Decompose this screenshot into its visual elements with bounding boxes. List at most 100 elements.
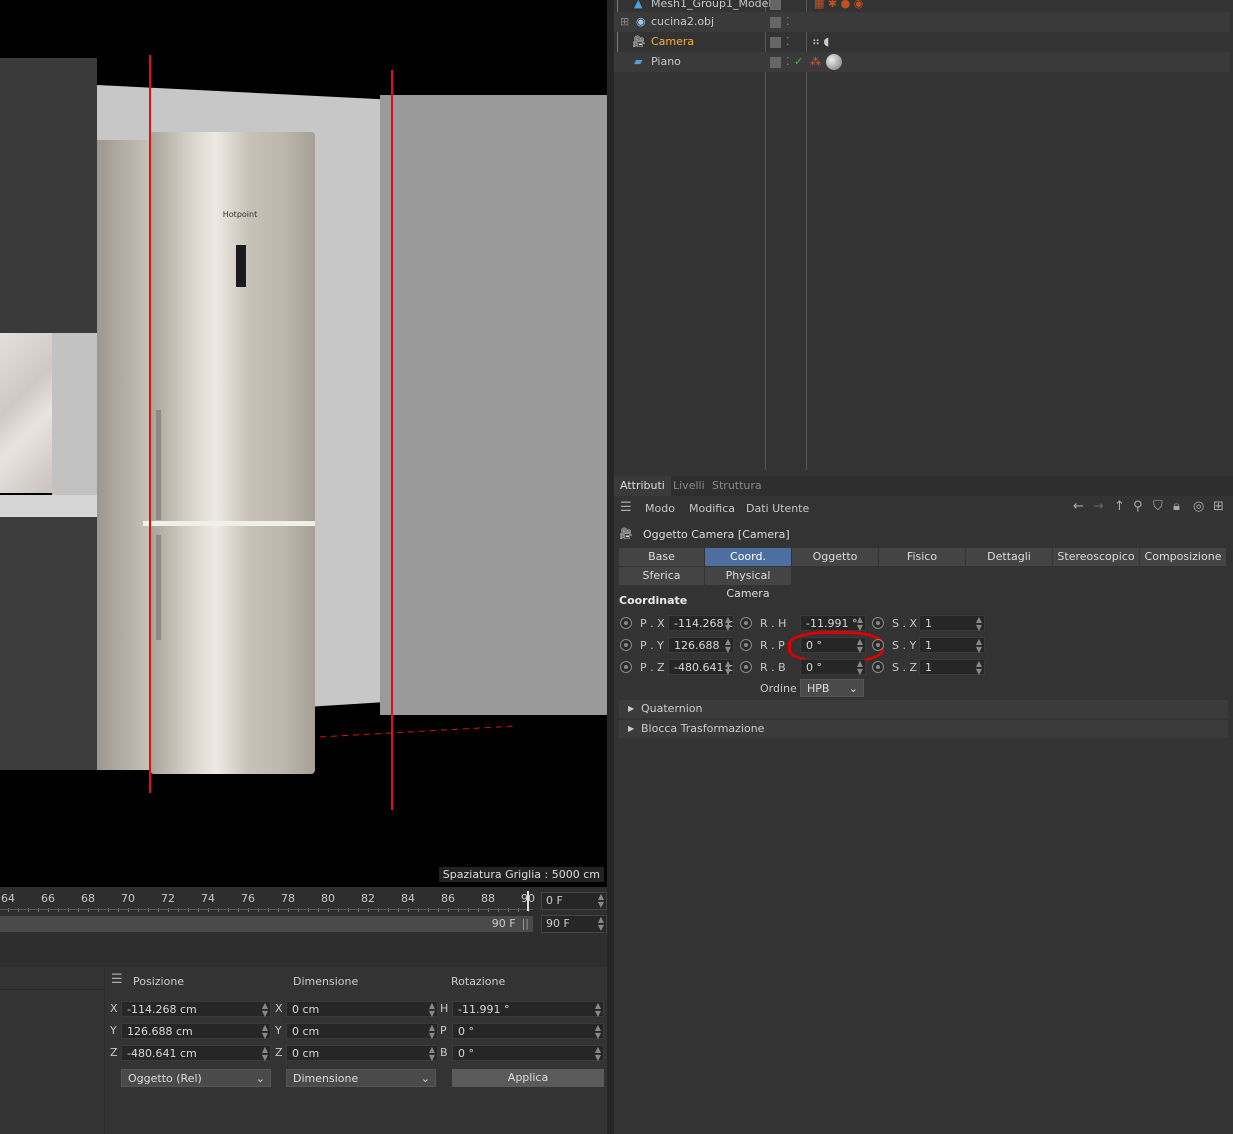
chevron-down-icon: ⌄ xyxy=(420,1072,430,1085)
size-z-field[interactable]: 0 cm ▲ ▼ xyxy=(286,1045,438,1062)
visibility-dots-icon[interactable]: ⁚ xyxy=(786,52,790,72)
filter-icon[interactable]: ⛉ xyxy=(1153,499,1163,514)
order-label: Ordine xyxy=(760,682,797,695)
pos-x-field[interactable]: -114.268 c ▲ ▼ xyxy=(668,615,734,632)
menu-icon[interactable]: ☰ xyxy=(620,500,632,515)
new-panel-icon[interactable]: ⊞ xyxy=(1213,499,1224,514)
menu-modo[interactable]: Modo xyxy=(645,502,675,515)
search-icon[interactable]: ⚲ xyxy=(1133,499,1143,514)
animate-radio[interactable] xyxy=(740,661,752,673)
forward-arrow-icon[interactable]: → xyxy=(1093,499,1104,514)
tab-livelli[interactable]: Livelli xyxy=(667,476,711,496)
lock-icon[interactable]: 🔒︎ xyxy=(1173,499,1180,514)
ruler-tick-label: 64 xyxy=(1,892,15,905)
apply-button[interactable]: Applica xyxy=(452,1069,604,1087)
pos-z-field[interactable]: -480.641 c ▲ ▼ xyxy=(668,659,734,676)
back-arrow-icon[interactable]: ← xyxy=(1073,499,1084,514)
target-icon[interactable]: ◎ xyxy=(1193,499,1204,514)
position-z-field[interactable]: -480.641 cm ▲ ▼ xyxy=(121,1045,271,1062)
fridge-brand-logo: Hotpoint xyxy=(222,210,258,219)
ruler-tick-label: 72 xyxy=(161,892,175,905)
position-x-field[interactable]: -114.268 cm ▲ ▼ xyxy=(121,1001,271,1018)
animate-radio[interactable] xyxy=(620,661,632,673)
animate-radio[interactable] xyxy=(620,617,632,629)
tab-struttura[interactable]: Struttura xyxy=(706,476,768,496)
material-tag-icon[interactable]: ⁂ xyxy=(810,52,821,72)
visibility-dots-icon[interactable]: ⁚ xyxy=(786,12,790,32)
subtab-dettagli[interactable]: Dettagli xyxy=(966,548,1053,566)
playhead[interactable] xyxy=(527,891,529,911)
expand-icon[interactable]: ⊞ xyxy=(620,12,629,32)
pos-axis-label: X xyxy=(110,1002,118,1015)
object-row[interactable]: ▰ Piano ⁚ ✓ ⁂ xyxy=(614,52,1230,72)
checkmark-icon[interactable]: ✓ xyxy=(794,52,803,72)
object-row[interactable]: ⊞ ◉ cucina2.obj ⁚ xyxy=(614,12,1230,32)
end-frame-field[interactable]: 90 F ▲ ▼ xyxy=(541,915,607,933)
subtab-oggetto[interactable]: Oggetto xyxy=(792,548,879,566)
size-y-field[interactable]: 0 cm ▲ ▼ xyxy=(286,1023,438,1040)
grid-spacing-label: Spaziatura Griglia : 5000 cm xyxy=(438,867,604,882)
subtab-sferica[interactable]: Sferica xyxy=(619,567,705,585)
coordinates-manager: ☰ Posizione Dimensione Rotazione X -114.… xyxy=(0,967,607,1134)
display-toggle-icon[interactable] xyxy=(770,17,781,28)
display-toggle-icon[interactable] xyxy=(770,37,781,48)
material-sphere-icon[interactable] xyxy=(826,54,842,70)
lock-transform-section[interactable]: ▶ Blocca Trasformazione xyxy=(619,720,1228,738)
animate-radio[interactable] xyxy=(740,639,752,651)
chevron-down-icon: ⌄ xyxy=(848,682,858,695)
size-x-field[interactable]: 0 cm ▲ ▼ xyxy=(286,1001,438,1018)
subtab-physical-camera[interactable]: Physical Camera xyxy=(705,567,792,600)
ruler-tick-label: 88 xyxy=(481,892,495,905)
subtab-stereoscopico[interactable]: Stereoscopico xyxy=(1053,548,1140,566)
coord-row-z: P . Z -480.641 c ▲ ▼ R . B 0 ° ▲ ▼ S . Z 1 ▲ ▼ xyxy=(614,659,1233,679)
ruler-baseline xyxy=(0,909,533,910)
pos-axis-label: Z xyxy=(110,1046,118,1059)
timeline-range-bar[interactable]: 90 F || xyxy=(0,916,533,932)
animate-radio[interactable] xyxy=(872,639,884,651)
rotation-order-select[interactable]: HPB ⌄ xyxy=(800,679,864,697)
menu-dati-utente[interactable]: Dati Utente xyxy=(746,502,809,515)
coords-box: ☰ Posizione Dimensione Rotazione X -114.… xyxy=(104,967,608,1134)
rotation-h-field[interactable]: -11.991 ° ▲ ▼ xyxy=(452,1001,604,1018)
animate-radio[interactable] xyxy=(872,661,884,673)
rotation-header: Rotazione xyxy=(451,975,506,988)
panel-divider[interactable] xyxy=(607,0,614,1134)
coord-row-y: P . Y 126.688 cr▲▼ R . P 0 °▲▼ S . Y 1▲▼ xyxy=(614,631,1233,668)
visibility-dots-icon[interactable]: ⁚ xyxy=(786,32,790,52)
ruler-tick-label: 74 xyxy=(201,892,215,905)
up-arrow-icon[interactable]: ↑ xyxy=(1114,499,1125,514)
size-mode-select[interactable]: Dimensione ⌄ xyxy=(286,1069,436,1087)
scale-y-field[interactable]: 1 ▲ ▼ xyxy=(919,637,985,654)
scale-x-field[interactable]: 1 ▲ ▼ xyxy=(919,615,985,632)
subtab-coord[interactable]: Coord. xyxy=(705,548,792,566)
scale-z-field[interactable]: 1 ▲ ▼ xyxy=(919,659,985,676)
subtab-base[interactable]: Base xyxy=(619,548,705,566)
target-tag-icon[interactable]: ⠶ ◖ xyxy=(812,32,829,52)
current-frame-field[interactable]: 0 F ▲ ▼ xyxy=(541,892,607,910)
animate-radio[interactable] xyxy=(740,617,752,629)
timeline[interactable]: 6466687072747678808284868890 0 F▲▼ 90 F|… xyxy=(0,887,607,967)
coord-mode-select[interactable]: Oggetto (Rel) ⌄ xyxy=(121,1069,271,1087)
tab-attributi[interactable]: Attributi xyxy=(614,476,671,496)
rot-h-field[interactable]: -11.991 ° ▲ ▼ xyxy=(800,615,866,632)
subtab-fisico[interactable]: Fisico xyxy=(879,548,966,566)
animate-radio[interactable] xyxy=(872,617,884,629)
subtab-composizione[interactable]: Composizione xyxy=(1140,548,1227,566)
position-y-field[interactable]: 126.688 cm ▲ ▼ xyxy=(121,1023,271,1040)
menu-icon[interactable]: ☰ xyxy=(111,972,123,987)
rotation-b-field[interactable]: 0 ° ▲ ▼ xyxy=(452,1045,604,1062)
quaternion-section[interactable]: ▶ Quaternion xyxy=(619,700,1228,718)
display-toggle-icon[interactable] xyxy=(770,57,781,68)
animate-radio[interactable] xyxy=(620,639,632,651)
rot-b-field[interactable]: 0 ° ▲ ▼ xyxy=(800,659,866,676)
rot-axis-label: P xyxy=(440,1024,447,1037)
ruler-tick-label: 78 xyxy=(281,892,295,905)
3d-viewport[interactable]: Hotpoint Spaziatura Griglia : 5000 cm xyxy=(0,0,607,887)
rotation-p-field[interactable]: 0 ° ▲ ▼ xyxy=(452,1023,604,1040)
scene-fridge-side xyxy=(97,140,152,770)
pos-y-field[interactable]: 126.688 cr▲▼ xyxy=(668,637,734,668)
display-toggle-icon[interactable] xyxy=(770,0,781,10)
menu-modifica[interactable]: Modifica xyxy=(689,502,735,515)
scene-upper-cabinet xyxy=(0,58,97,333)
object-row-camera[interactable]: 🎥︎ Camera ⁚ ⠶ ◖ xyxy=(614,32,1230,52)
